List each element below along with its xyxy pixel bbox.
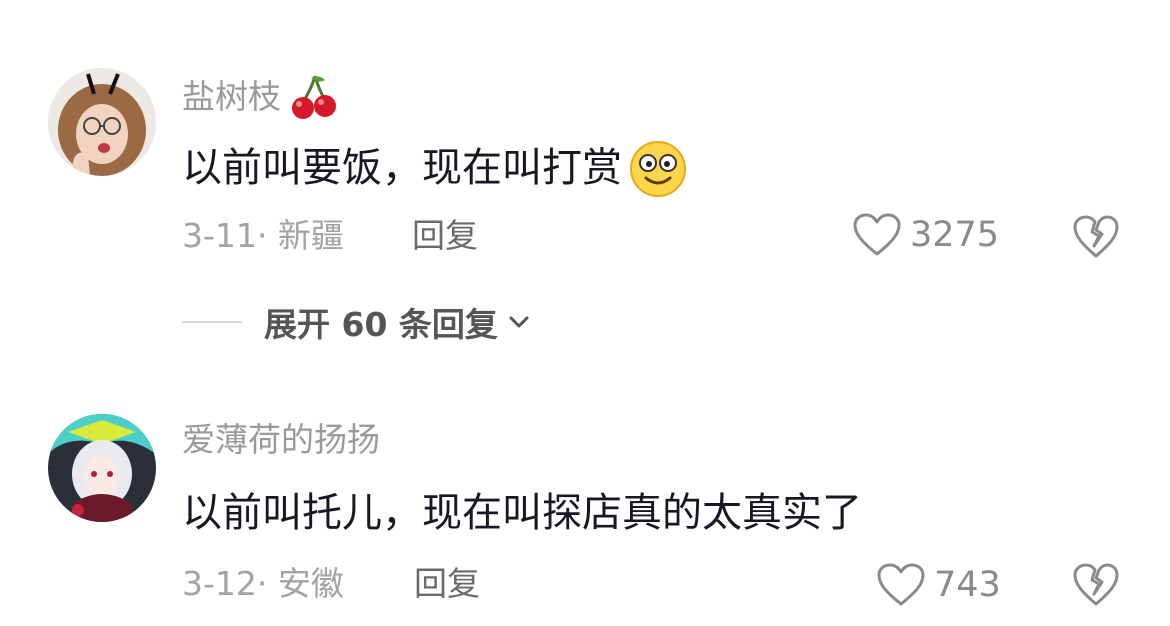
like-count: 743 xyxy=(934,565,1001,605)
comment-text: 以前叫托儿，现在叫探店真的太真实了 xyxy=(182,490,862,536)
avatar[interactable] xyxy=(48,414,156,522)
comment-item: 爱薄荷的扬扬 以前叫托儿，现在叫探店真的太真实了 3-12· 安徽 回复 743 xyxy=(0,0,1170,626)
comment-meta: 3-12· 安徽 xyxy=(182,564,344,603)
like-button[interactable]: 743 xyxy=(876,562,1001,608)
username-text: 爱薄荷的扬扬 xyxy=(182,420,380,459)
reply-button[interactable]: 回复 xyxy=(414,564,480,604)
comment-date: 3-12 xyxy=(182,564,257,603)
broken-heart-icon[interactable] xyxy=(1072,562,1120,608)
comment-location: 安徽 xyxy=(277,564,344,603)
heart-icon xyxy=(877,563,925,606)
username[interactable]: 爱薄荷的扬扬 xyxy=(182,420,380,460)
